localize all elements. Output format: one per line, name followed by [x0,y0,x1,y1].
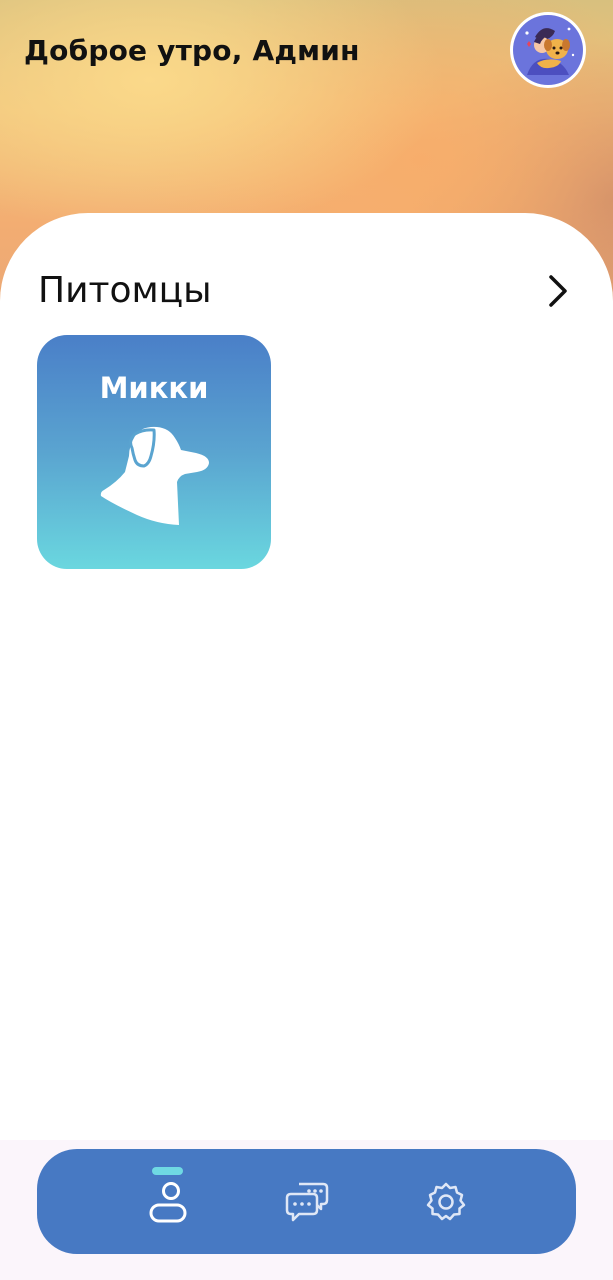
pet-card[interactable]: Микки [37,335,271,569]
avatar[interactable] [510,12,586,88]
nav-profile-tab[interactable] [128,1149,208,1254]
profile-icon [149,1181,187,1222]
pets-section-title: Питомцы [38,270,212,311]
settings-gear-icon [426,1182,466,1220]
pet-name: Микки [99,371,209,405]
pets-more-button[interactable] [538,271,578,311]
chat-icon [285,1182,329,1221]
greeting-text: Доброе утро, Админ [24,34,360,67]
chevron-right-icon [549,275,567,307]
dog-head-icon [100,426,209,525]
nav-chat-tab[interactable] [267,1149,347,1254]
bottom-navigation-bar [37,1149,576,1254]
nav-settings-tab[interactable] [406,1149,486,1254]
user-with-dog-avatar-icon [513,15,583,85]
